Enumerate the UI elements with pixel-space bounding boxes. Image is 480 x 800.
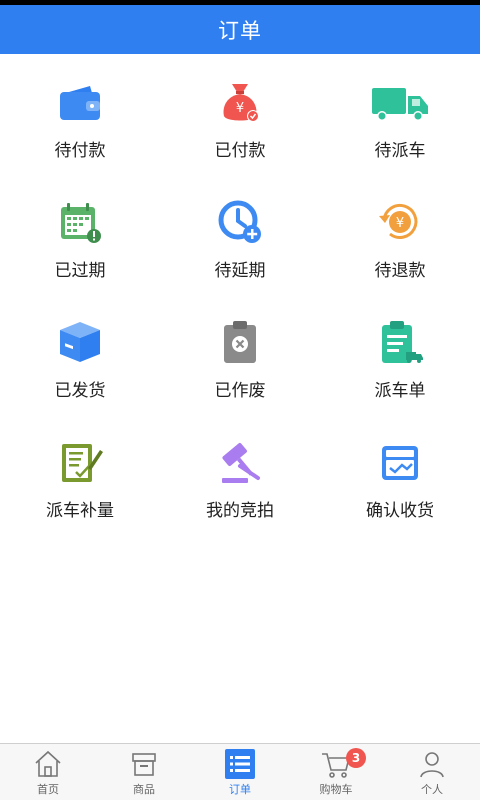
user-icon — [416, 748, 448, 780]
tab-profile[interactable]: 个人 — [384, 744, 480, 800]
home-icon — [32, 748, 64, 780]
clock-plus-icon — [216, 198, 264, 246]
truck-icon — [370, 78, 430, 126]
refund-coin-icon: ¥ — [376, 198, 424, 246]
tab-cart[interactable]: 3 购物车 — [288, 744, 384, 800]
grid-item-dispatch-supplement[interactable]: 派车补量 — [0, 414, 160, 534]
grid-item-pending-refund[interactable]: ¥ 待退款 — [320, 174, 480, 294]
tab-label: 商品 — [133, 783, 155, 796]
svg-text:¥: ¥ — [236, 101, 244, 116]
grid-item-label: 派车补量 — [46, 501, 114, 521]
grid-item-expired[interactable]: 已过期 — [0, 174, 160, 294]
auction-gavel-icon — [216, 438, 264, 486]
grid-item-pending-dispatch[interactable]: 待派车 — [320, 54, 480, 174]
tab-label: 订单 — [229, 783, 251, 796]
grid-item-pending-payment[interactable]: 待付款 — [0, 54, 160, 174]
tab-label: 个人 — [421, 783, 443, 796]
archive-box-icon — [128, 748, 160, 780]
grid-item-voided[interactable]: 已作废 — [160, 294, 320, 414]
grid-item-label: 派车单 — [374, 381, 426, 401]
grid-item-label: 待退款 — [374, 261, 426, 281]
tab-home[interactable]: 首页 — [0, 744, 96, 800]
grid-item-confirm-receipt[interactable]: 确认收货 — [320, 414, 480, 534]
svg-text:¥: ¥ — [396, 216, 404, 231]
cart-badge: 3 — [346, 748, 366, 768]
clipboard-truck-icon — [376, 318, 424, 366]
grid-item-label: 待付款 — [54, 141, 106, 161]
document-edit-icon — [56, 438, 104, 486]
grid-item-label: 待延期 — [214, 261, 266, 281]
grid-item-label: 已过期 — [54, 261, 106, 281]
top-bar: 订单 — [0, 0, 480, 54]
grid-item-paid[interactable]: ¥ 已付款 — [160, 54, 320, 174]
grid-item-my-auction[interactable]: 我的竞拍 — [160, 414, 320, 534]
page-title: 订单 — [218, 18, 262, 43]
money-bag-icon: ¥ — [216, 78, 264, 126]
grid-item-dispatch-order[interactable]: 派车单 — [320, 294, 480, 414]
grid-item-label: 确认收货 — [366, 501, 434, 521]
wallet-icon — [56, 78, 104, 126]
clipboard-cancel-icon — [216, 318, 264, 366]
grid-item-label: 已付款 — [214, 141, 266, 161]
receive-box-icon — [376, 438, 424, 486]
grid-item-label: 已作废 — [214, 381, 266, 401]
bottom-tab-bar: 首页 商品 订单 3 购物车 个人 — [0, 743, 480, 800]
grid-item-label: 我的竞拍 — [206, 501, 274, 521]
grid-item-label: 已发货 — [54, 381, 106, 401]
calendar-alert-icon — [56, 198, 104, 246]
grid-item-label: 待派车 — [374, 141, 426, 161]
list-icon — [224, 748, 256, 780]
grid-item-pending-extension[interactable]: 待延期 — [160, 174, 320, 294]
grid-item-shipped[interactable]: 已发货 — [0, 294, 160, 414]
tab-products[interactable]: 商品 — [96, 744, 192, 800]
tab-orders[interactable]: 订单 — [192, 744, 288, 800]
box-icon — [56, 318, 104, 366]
tab-label: 首页 — [37, 783, 59, 796]
tab-label: 购物车 — [319, 783, 353, 796]
